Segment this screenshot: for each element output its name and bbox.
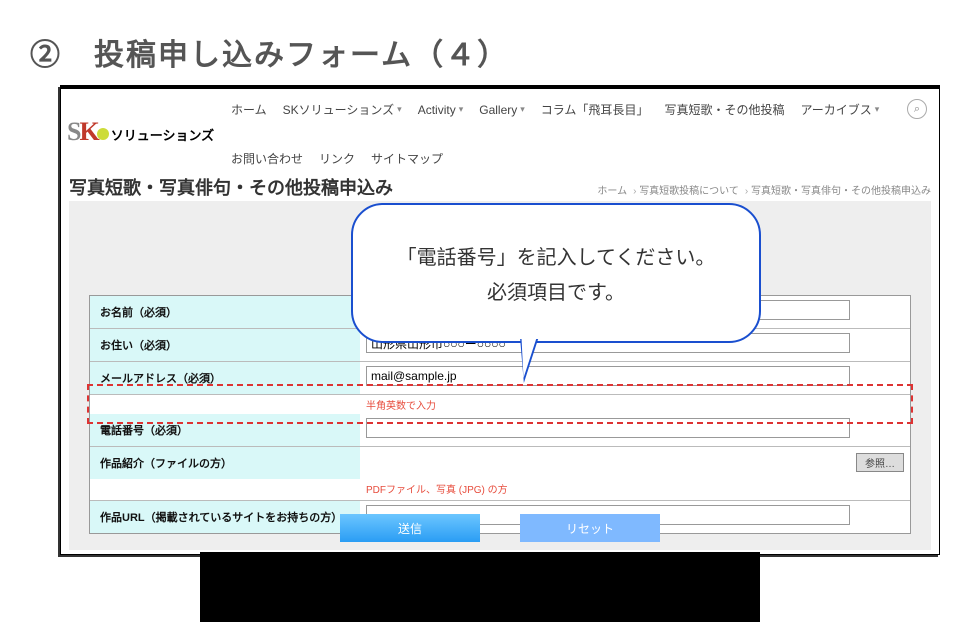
nav-gallery[interactable]: Gallery▾ [479, 101, 525, 118]
nav-archive[interactable]: アーカイブス ▾ [800, 101, 879, 118]
nav-contact[interactable]: お問い合わせ [231, 150, 303, 167]
label-address: お住い（必須） [90, 329, 360, 361]
nav-label: SKソリューションズ [283, 101, 395, 118]
reset-button[interactable]: リセット [520, 514, 660, 542]
row-mail: メールアドレス（必須） [90, 361, 910, 394]
site-logo[interactable]: S K ソリューションズ [67, 117, 214, 148]
nav-label: お問い合わせ [231, 150, 303, 167]
main-nav: ホーム SKソリューションズ▾ Activity▾ Gallery▾ コラム「飛… [231, 101, 929, 167]
browser-window: S K ソリューションズ ホーム SKソリューションズ▾ Activity▾ G… [60, 85, 940, 555]
row-file: 作品紹介（ファイルの方） 参照… PDFファイル、写真 (JPG) の方 [90, 446, 910, 500]
balloon-line-2: 必須項目です。 [487, 276, 625, 305]
input-mail[interactable] [366, 366, 850, 386]
nav-label: ホーム [231, 101, 267, 118]
browse-button[interactable]: 参照… [856, 453, 904, 472]
crumb-current: 写真短歌・写真俳句・その他投稿申込み [745, 182, 931, 197]
chevron-down-icon: ▾ [520, 104, 525, 115]
nav-label: 写真短歌・その他投稿 [664, 101, 784, 118]
label-name: お名前（必須） [90, 296, 360, 328]
nav-label: アーカイブス [800, 101, 871, 118]
crumb-home[interactable]: ホーム [597, 182, 627, 197]
nav-label: Gallery [479, 103, 517, 117]
label-file: 作品紹介（ファイルの方） [90, 447, 360, 479]
nav-activity[interactable]: Activity▾ [418, 101, 464, 118]
nav-sk[interactable]: SKソリューションズ▾ [283, 101, 402, 118]
submit-button[interactable]: 送信 [340, 514, 480, 542]
form-buttons: 送信 リセット [61, 514, 939, 542]
row-phone: 半角英数で入力 電話番号（必須） [90, 394, 910, 446]
chevron-down-icon: ▾ [397, 104, 402, 115]
chevron-down-icon: ▾ [875, 104, 880, 115]
page-title: 写真短歌・写真俳句・その他投稿申込み [69, 174, 393, 200]
nav-sitemap[interactable]: サイトマップ [371, 150, 443, 167]
logo-subtext: ソリューションズ [111, 125, 214, 144]
nav-photo[interactable]: 写真短歌・その他投稿 [664, 101, 784, 118]
speaker-notes-area [200, 552, 760, 622]
hint-file: PDFファイル、写真 (JPG) の方 [366, 481, 904, 496]
nav-label: Activity [418, 103, 456, 117]
balloon-line-1: 「電話番号」を記入してください。 [397, 241, 716, 270]
nav-link[interactable]: リンク [319, 150, 355, 167]
nav-label: コラム「飛耳長目」 [541, 101, 649, 118]
search-icon[interactable]: ⌕ [907, 99, 927, 119]
chevron-down-icon: ▾ [459, 104, 464, 115]
breadcrumb: ホーム 写真短歌投稿について 写真短歌・写真俳句・その他投稿申込み [597, 182, 931, 197]
nav-label: サイトマップ [371, 150, 443, 167]
nav-label: リンク [319, 150, 355, 167]
nav-home[interactable]: ホーム [231, 101, 267, 118]
hint-phone: 半角英数で入力 [366, 397, 904, 412]
label-phone: 電話番号（必須） [90, 414, 360, 446]
instruction-balloon: 「電話番号」を記入してください。 必須項目です。 [351, 203, 761, 343]
input-phone[interactable] [366, 418, 850, 438]
label-mail: メールアドレス（必須） [90, 362, 360, 394]
logo-dot-icon [97, 128, 109, 140]
crumb-about[interactable]: 写真短歌投稿について [633, 182, 739, 197]
slide-title: ② 投稿申し込みフォーム（４） [30, 30, 509, 74]
nav-column[interactable]: コラム「飛耳長目」 [541, 101, 649, 118]
